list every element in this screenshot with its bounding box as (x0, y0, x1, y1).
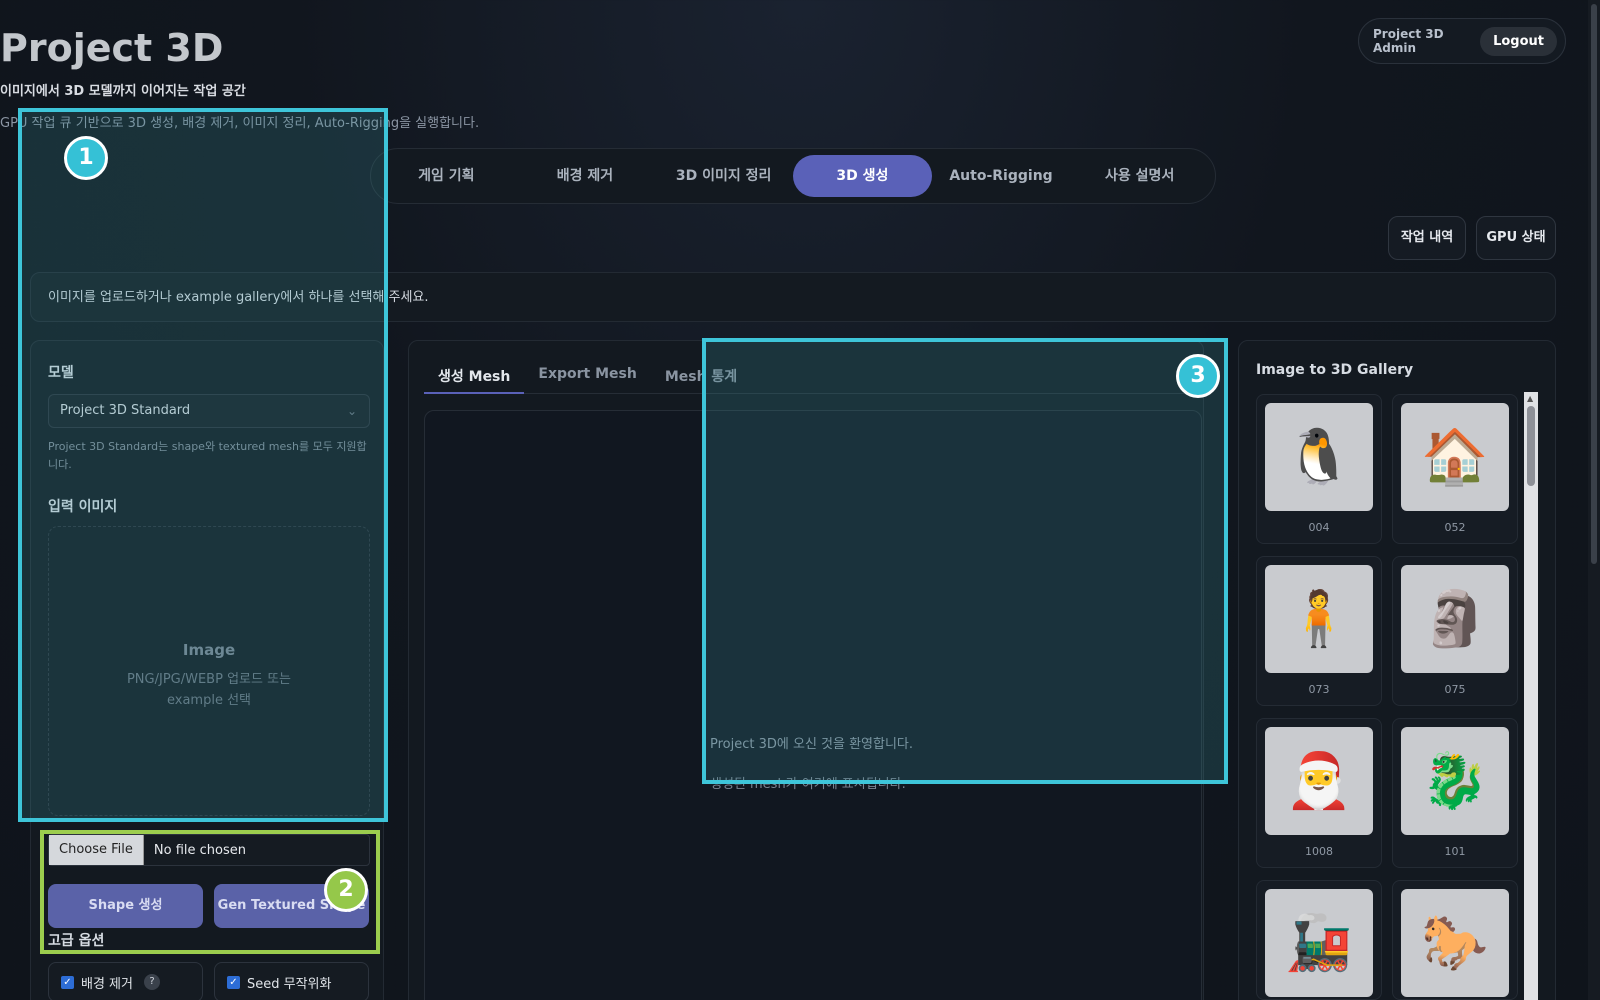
gallery-item[interactable]: 🐧 004 (1256, 394, 1382, 544)
checkbox-checked-icon[interactable]: ✓ (227, 975, 240, 989)
gallery-thumbnail: 🐉 (1401, 727, 1509, 835)
character-icon: 🧍 (1285, 587, 1353, 650)
tab-user-manual[interactable]: 사용 설명서 (1070, 155, 1209, 197)
tab-mesh-stats[interactable]: Mesh 통계 (651, 358, 751, 394)
remove-background-option[interactable]: ✓ 배경 제거 ? (48, 962, 203, 1000)
advanced-options-label: 고급 옵션 (48, 933, 105, 949)
mesh-viewer[interactable] (424, 410, 1202, 1000)
dropzone-title: Image (182, 641, 236, 659)
randomize-seed-option[interactable]: ✓ Seed 무작위화 (214, 962, 369, 1000)
gallery-item-label: 073 (1308, 683, 1330, 696)
model-label: 모델 (48, 365, 74, 381)
input-image-label: 입력 이미지 (48, 499, 118, 515)
shape-generate-button[interactable]: Shape 생성 (48, 884, 203, 928)
user-box: Project 3D Admin Logout (1358, 18, 1566, 64)
app-title: Project 3D (0, 26, 224, 70)
gallery-thumbnail: 🐎 (1401, 889, 1509, 997)
tab-3d-image-cleanup[interactable]: 3D 이미지 정리 (654, 155, 793, 197)
mesh-tabs: 생성 Mesh Export Mesh Mesh 통계 (424, 358, 1202, 394)
gallery-item[interactable]: 🐉 101 (1392, 718, 1518, 868)
gallery-thumbnail: 🐧 (1265, 403, 1373, 511)
gallery-scroll-thumb[interactable] (1527, 406, 1535, 486)
chevron-down-icon: ⌄ (346, 404, 357, 418)
dropzone-hint: PNG/JPG/WEBP 업로드 또는 example 선택 (126, 672, 292, 708)
penguin-mascot-icon: 🐧 (1285, 425, 1353, 488)
choose-file-button[interactable]: Choose File (49, 835, 144, 865)
annotation-badge-2: 2 (324, 868, 368, 912)
scroll-up-icon[interactable]: ▲ (1527, 394, 1533, 403)
gallery-scrollbar[interactable]: ▲ (1524, 392, 1538, 1000)
seahorse-icon: 🐉 (1421, 749, 1489, 812)
main-tabs: 게임 기획 배경 제거 3D 이미지 정리 3D 생성 Auto-Rigging… (370, 148, 1216, 204)
house-icon: 🏠 (1421, 425, 1489, 488)
welcome-submessage: 생성된 mesh가 여기에 표시됩니다. (710, 777, 906, 792)
app-subtitle: 이미지에서 3D 모델까지 이어지는 작업 공간 (0, 84, 246, 99)
gallery-item-label: 052 (1444, 521, 1466, 534)
gallery-item-label: 1008 (1305, 845, 1333, 858)
tab-3d-generation[interactable]: 3D 생성 (793, 155, 932, 197)
horse-icon: 🐎 (1421, 911, 1489, 974)
page-scrollbar[interactable] (1588, 0, 1600, 1000)
app-description: GPU 작업 큐 기반으로 3D 생성, 배경 제거, 이미지 정리, Auto… (0, 116, 480, 131)
checkbox-checked-icon[interactable]: ✓ (61, 975, 74, 989)
gallery-item-label: 101 (1444, 845, 1466, 858)
tab-auto-rigging[interactable]: Auto-Rigging (932, 155, 1071, 197)
help-icon[interactable]: ? (143, 974, 160, 990)
santa-icon: 🎅 (1285, 749, 1353, 812)
gallery-item[interactable]: 🏠 052 (1392, 394, 1518, 544)
gallery-thumbnail: 🚂 (1265, 889, 1373, 997)
gallery-item[interactable]: 🐎 (1392, 880, 1518, 1000)
gallery-item[interactable]: 🎅 1008 (1256, 718, 1382, 868)
logout-button[interactable]: Logout (1480, 26, 1557, 56)
gallery-item-label: 075 (1444, 683, 1466, 696)
gallery-item[interactable]: 🗿 075 (1392, 556, 1518, 706)
train-icon: 🚂 (1285, 911, 1353, 974)
gallery-thumbnail: 🧍 (1265, 565, 1373, 673)
gallery-thumbnail: 🗿 (1401, 565, 1509, 673)
model-hint: Project 3D Standard는 shape와 textured mes… (48, 440, 367, 471)
gallery-thumbnail: 🎅 (1265, 727, 1373, 835)
gpu-status-button[interactable]: GPU 상태 (1476, 216, 1556, 260)
gallery-item[interactable]: 🚂 (1256, 880, 1382, 1000)
gallery-thumbnail: 🏠 (1401, 403, 1509, 511)
model-select[interactable]: Project 3D Standard ⌄ (48, 394, 370, 428)
tab-background-removal[interactable]: 배경 제거 (516, 155, 655, 197)
user-name: Project 3D Admin (1373, 27, 1444, 55)
model-select-value: Project 3D Standard (60, 403, 191, 418)
bust-statue-icon: 🗿 (1421, 587, 1489, 650)
tab-game-planning[interactable]: 게임 기획 (377, 155, 516, 197)
welcome-message: Project 3D에 오신 것을 환영합니다. (710, 737, 914, 752)
image-dropzone[interactable]: Image PNG/JPG/WEBP 업로드 또는 example 선택 (48, 526, 370, 816)
remove-background-label: 배경 제거 (81, 976, 133, 992)
annotation-badge-1: 1 (64, 136, 108, 180)
annotation-badge-3: 3 (1176, 354, 1220, 398)
tab-export-mesh[interactable]: Export Mesh (524, 358, 650, 394)
gallery-item[interactable]: 🧍 073 (1256, 556, 1382, 706)
page-scroll-thumb[interactable] (1591, 4, 1597, 564)
gallery-item-label: 004 (1308, 521, 1330, 534)
job-history-button[interactable]: 작업 내역 (1388, 216, 1466, 260)
tab-generated-mesh[interactable]: 생성 Mesh (424, 358, 525, 394)
file-input[interactable]: Choose File No file chosen (48, 834, 370, 866)
file-status: No file chosen (153, 842, 246, 858)
notice-banner: 이미지를 업로드하거나 example gallery에서 하나를 선택해 주세… (30, 272, 1556, 322)
randomize-seed-label: Seed 무작위화 (247, 976, 332, 992)
gallery-title: Image to 3D Gallery (1256, 362, 1414, 378)
